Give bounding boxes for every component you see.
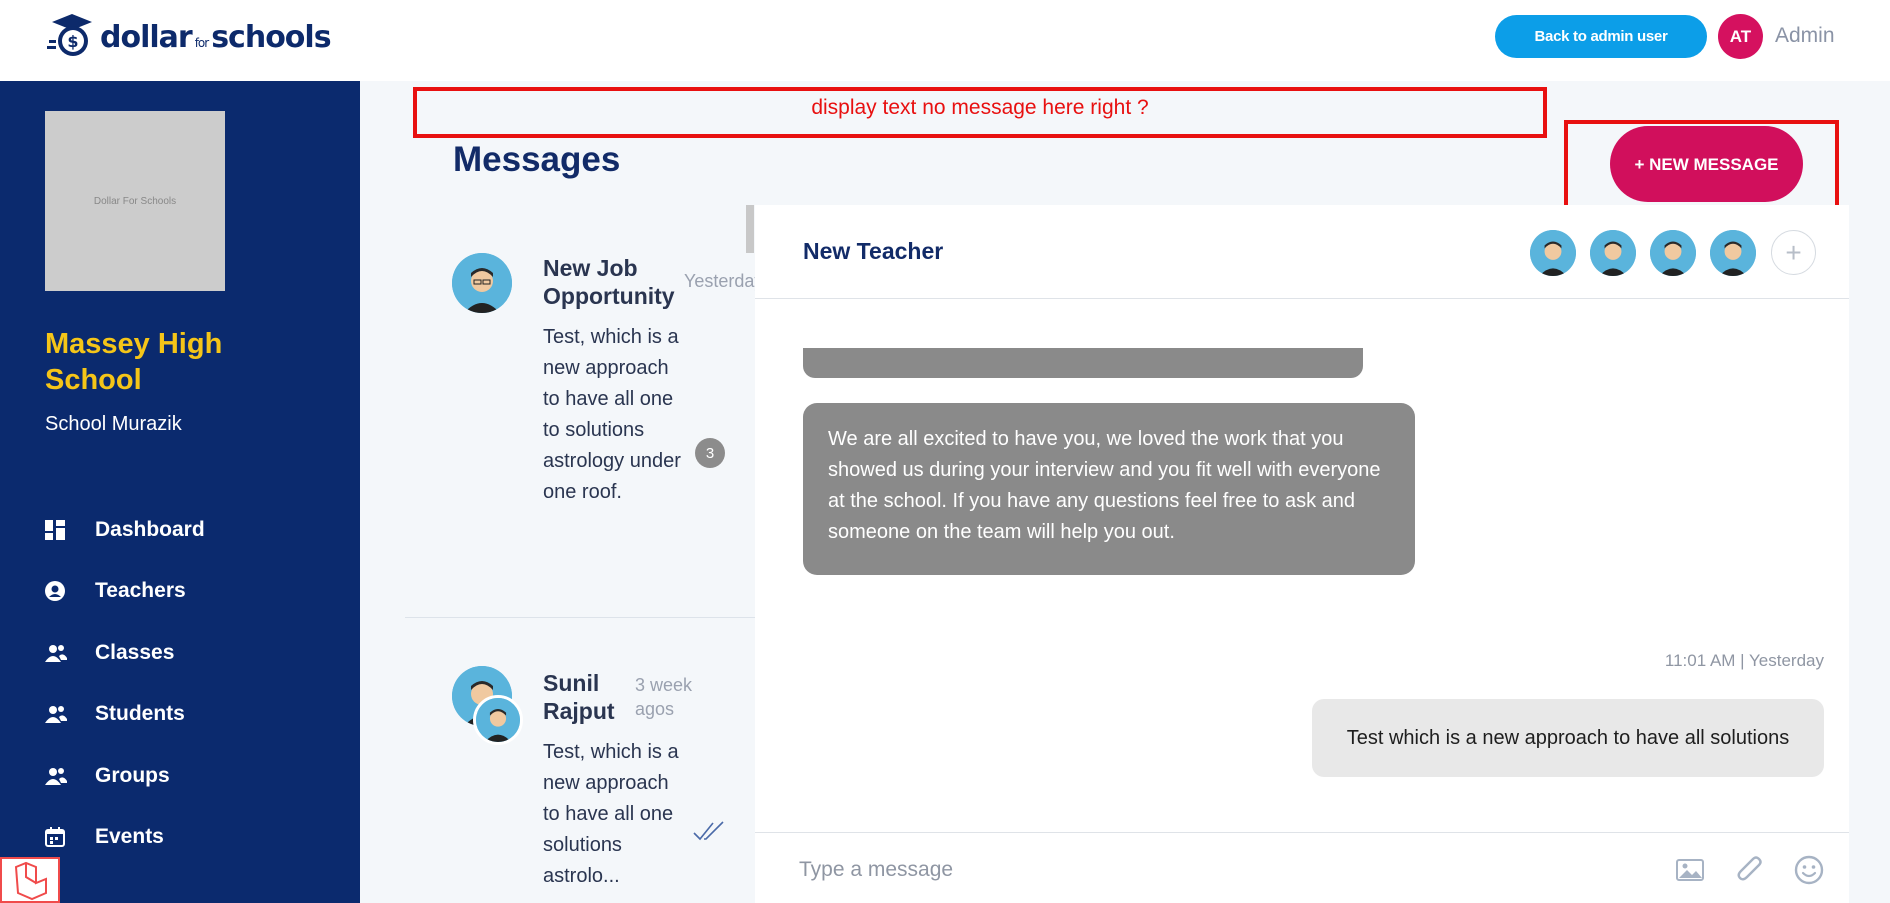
dashboard-icon xyxy=(45,519,95,540)
laravel-debug-icon[interactable] xyxy=(0,857,60,903)
sidebar-item-label: Teachers xyxy=(95,579,186,603)
review-annotation: display text no message here right ? xyxy=(413,87,1547,138)
sidebar: Dollar For Schools Massey High School Sc… xyxy=(0,81,360,903)
sidebar-item-teachers[interactable]: Teachers xyxy=(45,561,205,623)
sidebar-nav: Dashboard Teachers Classes Students Grou… xyxy=(45,499,205,868)
unread-count-badge: 3 xyxy=(695,438,725,468)
dollar-for-schools-logo[interactable]: $ dollar for schools xyxy=(46,14,332,60)
top-header: $ dollar for schools Back to admin user … xyxy=(0,0,1890,81)
logo-word-for: for xyxy=(194,35,209,50)
conversation-pane: New Teacher + We are all excited to have… xyxy=(755,205,1849,903)
user-role-label[interactable]: Admin xyxy=(1775,24,1835,48)
message-composer xyxy=(755,832,1849,903)
thread-title: New Job Opportunity xyxy=(543,255,675,309)
message-bubble-previous xyxy=(803,348,1363,378)
sidebar-item-label: Classes xyxy=(95,640,175,664)
sidebar-item-students[interactable]: Students xyxy=(45,684,205,746)
avatar xyxy=(452,253,512,313)
avatar-secondary xyxy=(473,695,523,745)
svg-text:$: $ xyxy=(67,32,78,51)
new-message-button[interactable]: + NEW MESSAGE xyxy=(1610,126,1803,202)
thread-list: New Job Opportunity Yesterday Test, whic… xyxy=(405,205,755,903)
thread-time: Yesterday xyxy=(684,271,755,291)
conversation-header: New Teacher + xyxy=(755,205,1849,299)
page-title: Messages xyxy=(453,140,621,179)
thread-item-new-job[interactable]: New Job Opportunity Yesterday Test, whic… xyxy=(405,205,755,617)
message-timestamp: 11:01 AM | Yesterday xyxy=(1664,651,1824,670)
participant-avatar[interactable] xyxy=(1710,230,1756,276)
user-avatar[interactable]: AT xyxy=(1718,14,1763,59)
thread-preview: Test, which is a new approach to have al… xyxy=(543,326,681,503)
people-icon xyxy=(45,644,95,662)
school-subtitle: School Murazik xyxy=(45,413,182,435)
logo-coin-icon: $ xyxy=(46,14,94,60)
emoji-icon[interactable] xyxy=(1792,853,1826,887)
image-icon[interactable] xyxy=(1673,853,1707,887)
school-image: Dollar For Schools xyxy=(45,111,225,291)
sidebar-item-groups[interactable]: Groups xyxy=(45,745,205,807)
message-bubble-incoming: We are all excited to have you, we loved… xyxy=(803,403,1415,575)
participant-avatar[interactable] xyxy=(1530,230,1576,276)
thread-preview: Test, which is a new approach to have al… xyxy=(543,741,679,887)
participant-avatar[interactable] xyxy=(1590,230,1636,276)
sidebar-item-events[interactable]: Events xyxy=(45,807,205,869)
sidebar-item-classes[interactable]: Classes xyxy=(45,622,205,684)
participant-avatar[interactable] xyxy=(1650,230,1696,276)
conversation-title: New Teacher xyxy=(803,238,944,264)
school-image-alt: Dollar For Schools xyxy=(93,195,177,207)
thread-item-sunil-rajput[interactable]: Sunil Rajput 3 week agos Test, which is … xyxy=(405,618,755,903)
logo-word-schools: schools xyxy=(211,19,331,55)
logo-text: dollar for schools xyxy=(100,19,332,55)
sidebar-item-label: Dashboard xyxy=(95,517,205,541)
message-bubble-outgoing: Test which is a new approach to have all… xyxy=(1312,699,1824,777)
message-input[interactable] xyxy=(799,851,1599,889)
add-participant-button[interactable]: + xyxy=(1771,230,1816,275)
logo-word-dollar: dollar xyxy=(100,19,193,55)
attachment-icon[interactable] xyxy=(1733,853,1767,887)
sidebar-item-dashboard[interactable]: Dashboard xyxy=(45,499,205,561)
thread-list-scrollbar[interactable] xyxy=(746,205,754,253)
person-circle-icon xyxy=(45,581,95,602)
sidebar-item-label: Groups xyxy=(95,763,170,787)
thread-title: Sunil Rajput xyxy=(543,670,615,724)
sidebar-item-label: Events xyxy=(95,825,164,849)
people-icon xyxy=(45,705,95,724)
people-icon xyxy=(45,767,95,785)
sidebar-item-label: Students xyxy=(95,702,185,726)
thread-time: 3 week agos xyxy=(635,675,693,719)
read-double-check-icon xyxy=(693,820,725,847)
back-to-admin-button[interactable]: Back to admin user xyxy=(1495,15,1707,58)
school-name: Massey High School xyxy=(45,328,223,396)
calendar-icon xyxy=(45,827,95,848)
